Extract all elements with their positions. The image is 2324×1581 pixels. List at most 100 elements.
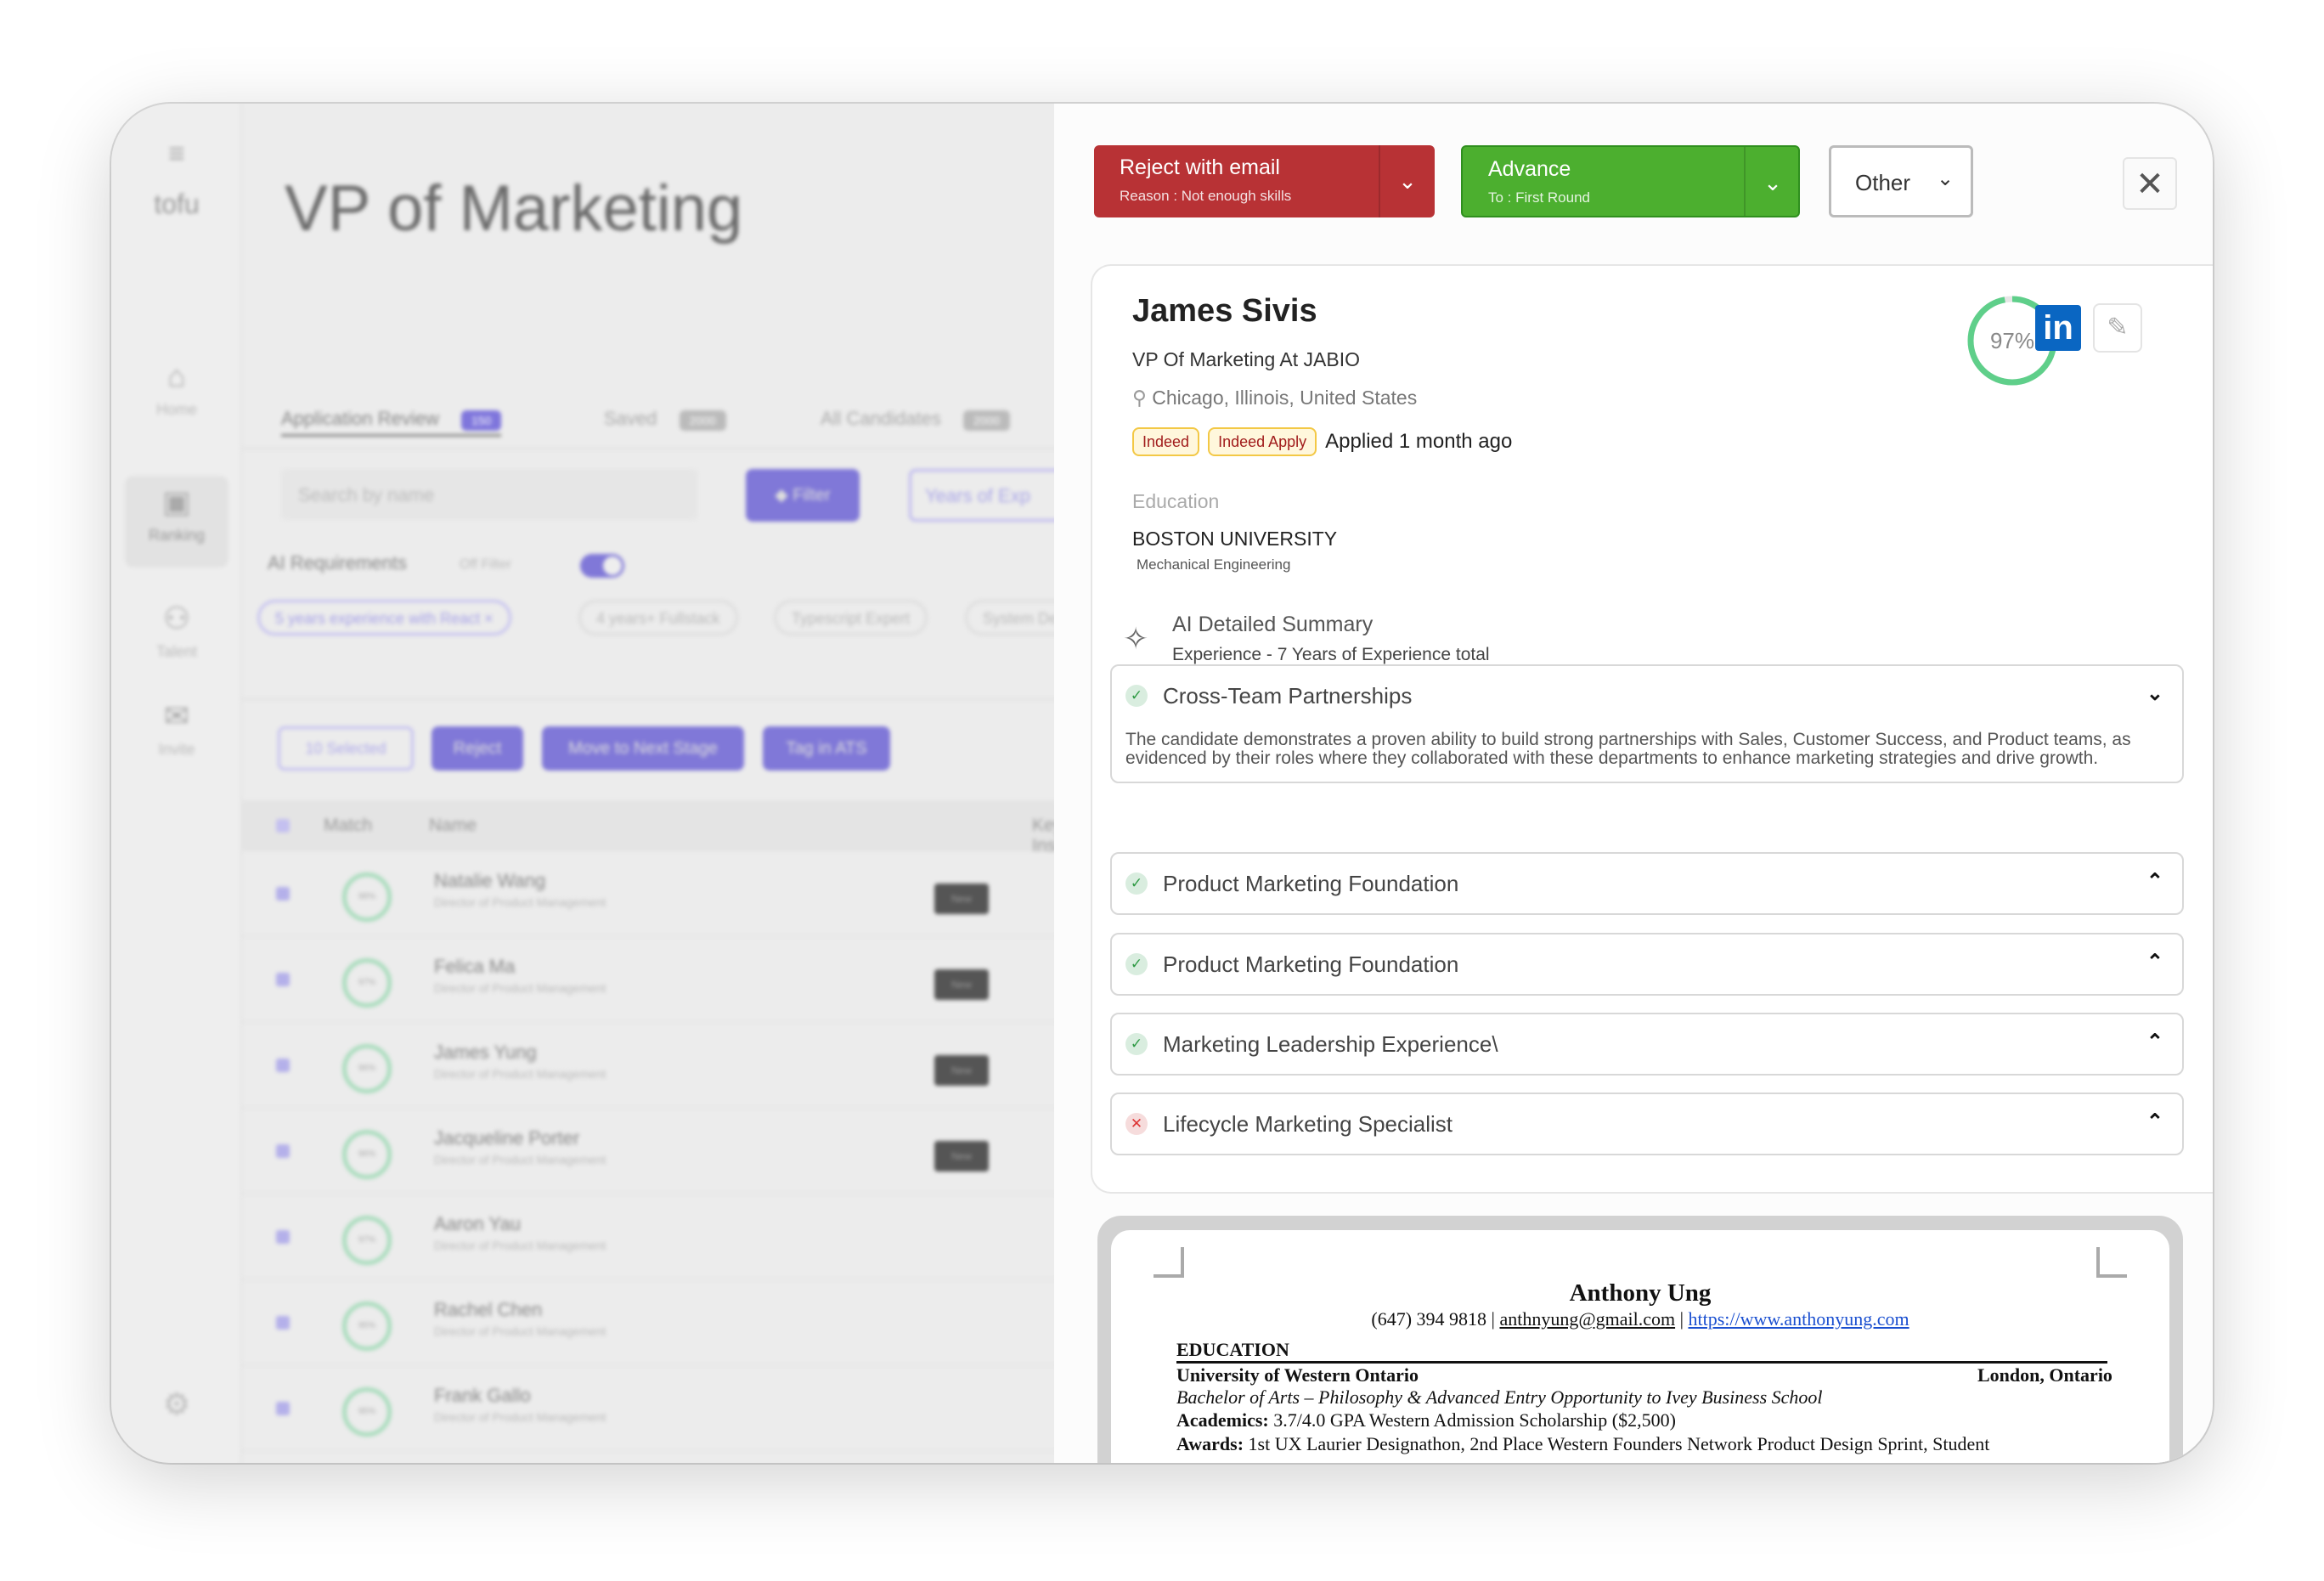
resume-degree: Bachelor of Arts – Philosophy & Advanced…: [1176, 1386, 1823, 1408]
accordion-header[interactable]: ✓ Marketing Leadership Experience\ ⌃: [1112, 1014, 2182, 1074]
chevron-up-icon[interactable]: ⌃: [2146, 1110, 2163, 1134]
ai-summary-title: AI Detailed Summary: [1172, 613, 1374, 636]
tab-saved[interactable]: Saved 2000: [604, 408, 726, 431]
table-row[interactable]: 95% Frank Gallo Director of Product Mana…: [242, 1366, 1154, 1452]
selected-count-button[interactable]: 10 Selected: [278, 726, 414, 771]
chevron-down-icon: ⌄: [1937, 167, 1955, 190]
chevron-up-icon[interactable]: ⌃: [2146, 869, 2163, 894]
location-pin-icon: ⚲: [1132, 387, 1147, 409]
criteria-accordion[interactable]: ✓ Product Marketing Foundation ⌃: [1110, 852, 2184, 915]
requirement-chip[interactable]: 5 years experience with React ×: [257, 600, 511, 635]
check-icon: ✓: [1125, 872, 1148, 895]
candidate-name: Rachel Chen: [434, 1299, 543, 1320]
criteria-title: Product Marketing Foundation: [1163, 871, 1459, 896]
resume-contact: (647) 394 9818 | anthnyung@gmail.com | h…: [1371, 1308, 1909, 1330]
page-title: VP of Marketing: [285, 172, 743, 245]
row-checkbox[interactable]: [276, 1402, 290, 1415]
ai-summary-subtitle: Experience - 7 Years of Experience total: [1172, 645, 1490, 664]
match-ring: 97%: [342, 958, 392, 1008]
accordion-header[interactable]: ✓ Product Marketing Foundation ⌃: [1112, 934, 2182, 994]
table-row[interactable]: 97% Felica Ma Director of Product Manage…: [242, 937, 1201, 1023]
check-icon: ✓: [1125, 685, 1148, 707]
chevron-up-icon[interactable]: ⌃: [2146, 1030, 2163, 1054]
row-checkbox[interactable]: [276, 1144, 290, 1158]
sidebar-item-invite[interactable]: ✉ Invite: [111, 698, 242, 759]
new-badge: New: [934, 1055, 989, 1086]
tab-all-candidates[interactable]: All Candidates 2000: [821, 408, 1011, 431]
resume-page: Anthony Ung (647) 394 9818 | anthnyung@g…: [1111, 1230, 2169, 1463]
advance-button[interactable]: Advance To : First Round ⌄: [1461, 145, 1800, 217]
table-header: Match Name Key Insights: [242, 800, 1093, 855]
table-row[interactable]: 97% Aaron Yau Director of Product Manage…: [242, 1194, 1201, 1280]
chevron-down-icon[interactable]: ⌄: [2146, 681, 2163, 706]
accordion-header[interactable]: ✓ Cross-Team Partnerships ⌄: [1112, 666, 2182, 726]
candidate-role: Director of Product Management: [434, 1153, 606, 1166]
reject-with-email-button[interactable]: Reject with email Reason : Not enough sk…: [1094, 145, 1435, 217]
candidate-role: Director of Product Management: [434, 1239, 606, 1252]
sidebar-item-ranking[interactable]: ▣ Ranking: [125, 476, 228, 567]
table-row[interactable]: 94% Kevin Wu Director of Product Managem…: [242, 1452, 1058, 1463]
close-icon[interactable]: ✕: [2123, 157, 2177, 210]
tag-in-ats-button[interactable]: Tag in ATS: [763, 726, 890, 771]
logo: tofu: [154, 189, 200, 219]
svg-text:97%: 97%: [1990, 328, 2034, 353]
row-checkbox[interactable]: [276, 1230, 290, 1244]
row-checkbox[interactable]: [276, 1316, 290, 1330]
chevron-up-icon[interactable]: ⌃: [2146, 950, 2163, 974]
candidate-role: Director of Product Management: [434, 1410, 606, 1424]
candidate-role: Director of Product Management: [434, 1067, 606, 1081]
resume-email-link[interactable]: anthnyung@gmail.com: [1499, 1308, 1675, 1330]
settings-icon[interactable]: ⚙: [111, 1386, 242, 1422]
other-dropdown[interactable]: Other ⌄: [1829, 145, 1973, 217]
major: Mechanical Engineering: [1137, 556, 1291, 573]
row-checkbox[interactable]: [276, 887, 290, 901]
linkedin-icon[interactable]: in: [2035, 305, 2081, 351]
select-all-checkbox[interactable]: [276, 819, 290, 833]
table-row[interactable]: 96% James Yung Director of Product Manag…: [242, 1023, 1201, 1109]
sidebar-item-home[interactable]: ⌂ Home: [111, 359, 242, 419]
criteria-accordion[interactable]: ✕ Lifecycle Marketing Specialist ⌃: [1110, 1093, 2184, 1155]
ai-filter-toggle[interactable]: [580, 554, 624, 578]
bulk-reject-button[interactable]: Reject: [432, 726, 523, 771]
candidate-name: James Yung: [434, 1042, 537, 1063]
row-checkbox[interactable]: [276, 973, 290, 986]
resume-section-heading: EDUCATION: [1176, 1339, 2107, 1364]
resume-website-link[interactable]: https://www.anthonyung.com: [1688, 1308, 1909, 1330]
match-ring: 98%: [342, 872, 392, 922]
criteria-accordion[interactable]: ✓ Cross-Team Partnerships ⌄ The candidat…: [1110, 664, 2184, 783]
candidate-role: Director of Product Management: [434, 981, 606, 995]
menu-icon[interactable]: ≡: [111, 138, 242, 171]
requirement-chip[interactable]: Typescript Expert: [774, 600, 928, 635]
resume-preview: Anthony Ung (647) 394 9818 | anthnyung@g…: [1097, 1216, 2183, 1463]
table-row[interactable]: 98% Natalie Wang Director of Product Man…: [242, 851, 1154, 937]
accordion-header[interactable]: ✓ Product Marketing Foundation ⌃: [1112, 854, 2182, 913]
criteria-accordion[interactable]: ✓ Marketing Leadership Experience\ ⌃: [1110, 1013, 2184, 1076]
filter-button[interactable]: ◆ Filter: [746, 469, 860, 522]
sidebar-item-talent[interactable]: ⚇ Talent: [111, 601, 242, 661]
table-row[interactable]: 95% Rachel Chen Director of Product Mana…: [242, 1280, 1154, 1366]
sparkle-icon: ✧: [1123, 621, 1149, 656]
table-row[interactable]: 96% Jacqueline Porter Director of Produc…: [242, 1109, 1201, 1194]
reject-dropdown-chevron-icon[interactable]: ⌄: [1379, 145, 1435, 217]
criteria-accordion[interactable]: ✓ Product Marketing Foundation ⌃: [1110, 933, 2184, 996]
row-checkbox[interactable]: [276, 1059, 290, 1072]
years-of-experience-filter[interactable]: Years of Exp: [909, 469, 1079, 522]
criteria-title: Lifecycle Marketing Specialist: [1163, 1111, 1453, 1137]
accordion-header[interactable]: ✕ Lifecycle Marketing Specialist ⌃: [1112, 1094, 2182, 1154]
advance-dropdown-chevron-icon[interactable]: ⌄: [1744, 147, 1800, 216]
requirement-chip[interactable]: 4 years+ Fullstack: [578, 600, 738, 635]
edit-icon[interactable]: ✎: [2093, 303, 2142, 353]
criteria-description: The candidate demonstrates a proven abil…: [1125, 730, 2131, 768]
match-ring: 95%: [342, 1387, 392, 1437]
resume-academics: Academics: 3.7/4.0 GPA Western Admission…: [1176, 1409, 1676, 1431]
tab-application-review[interactable]: Application Review 150: [281, 408, 502, 437]
move-to-next-stage-button[interactable]: Move to Next Stage: [542, 726, 744, 771]
candidate-name: Aaron Yau: [434, 1213, 521, 1234]
criteria-title: Cross-Team Partnerships: [1163, 683, 1413, 709]
search-input[interactable]: Search by name: [281, 469, 697, 520]
match-ring: 96%: [342, 1044, 392, 1093]
source-row: Indeed Indeed Apply Applied 1 month ago: [1132, 427, 1512, 456]
criteria-title: Product Marketing Foundation: [1163, 951, 1459, 977]
match-ring: 96%: [342, 1130, 392, 1179]
candidate-card: James Sivis VP Of Marketing At JABIO ⚲ C…: [1091, 264, 2213, 1194]
